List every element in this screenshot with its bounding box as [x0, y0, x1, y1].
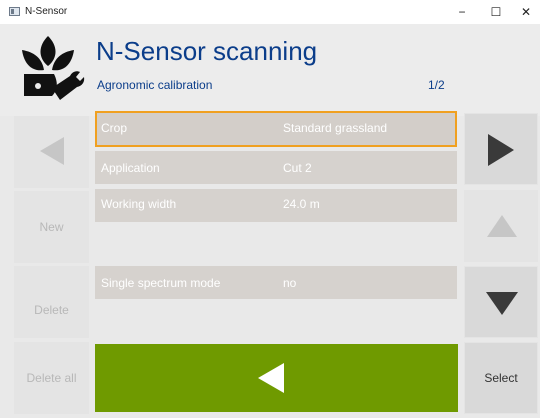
confirm-back-button[interactable] — [95, 344, 458, 412]
new-button[interactable]: New — [14, 191, 89, 263]
arrow-right-icon — [488, 134, 514, 166]
minimize-button[interactable]: − — [444, 0, 480, 24]
page-subtitle: Agronomic calibration — [97, 78, 213, 92]
window-titlebar: N-Sensor − ☐ ✕ — [0, 0, 540, 24]
setting-label: Crop — [101, 121, 128, 135]
setting-label: Working width — [101, 197, 177, 211]
setting-row-working-width[interactable]: Working width 24.0 m — [95, 189, 457, 222]
setting-value: no — [283, 276, 297, 290]
arrow-left-icon — [40, 137, 64, 165]
previous-button[interactable] — [14, 116, 89, 188]
page-title: N-Sensor scanning — [96, 36, 318, 66]
new-button-label: New — [39, 220, 64, 234]
header: N-Sensor scanning Agronomic calibration … — [0, 24, 540, 116]
page-indicator: 1/2 — [428, 78, 445, 92]
setting-row-crop[interactable]: Crop Standard grassland — [95, 111, 457, 147]
arrow-down-icon — [486, 292, 518, 315]
delete-button-label: Delete — [34, 303, 69, 318]
next-button[interactable] — [464, 113, 538, 185]
scroll-up-button[interactable] — [464, 190, 538, 262]
setting-value: Cut 2 — [283, 161, 312, 175]
arrow-up-icon — [487, 215, 517, 237]
setting-row-application[interactable]: Application Cut 2 — [95, 151, 457, 184]
setting-label: Single spectrum mode — [101, 276, 221, 290]
select-button-label: Select — [484, 371, 518, 385]
window-title: N-Sensor — [25, 6, 68, 17]
setting-value: Standard grassland — [283, 121, 388, 135]
close-button[interactable]: ✕ — [508, 0, 540, 24]
delete-all-button-label: Delete all — [26, 371, 77, 385]
scroll-down-button[interactable] — [464, 266, 538, 338]
plant-wrench-logo-icon — [22, 36, 85, 100]
delete-button[interactable]: Delete — [14, 266, 89, 338]
delete-all-button[interactable]: Delete all — [14, 342, 89, 414]
setting-label: Application — [101, 161, 160, 175]
setting-row-single-spectrum-mode[interactable]: Single spectrum mode no — [95, 266, 457, 299]
select-button[interactable]: Select — [464, 342, 538, 414]
play-left-icon — [258, 363, 284, 393]
app-window-icon — [9, 7, 20, 16]
setting-value: 24.0 m — [283, 197, 320, 211]
